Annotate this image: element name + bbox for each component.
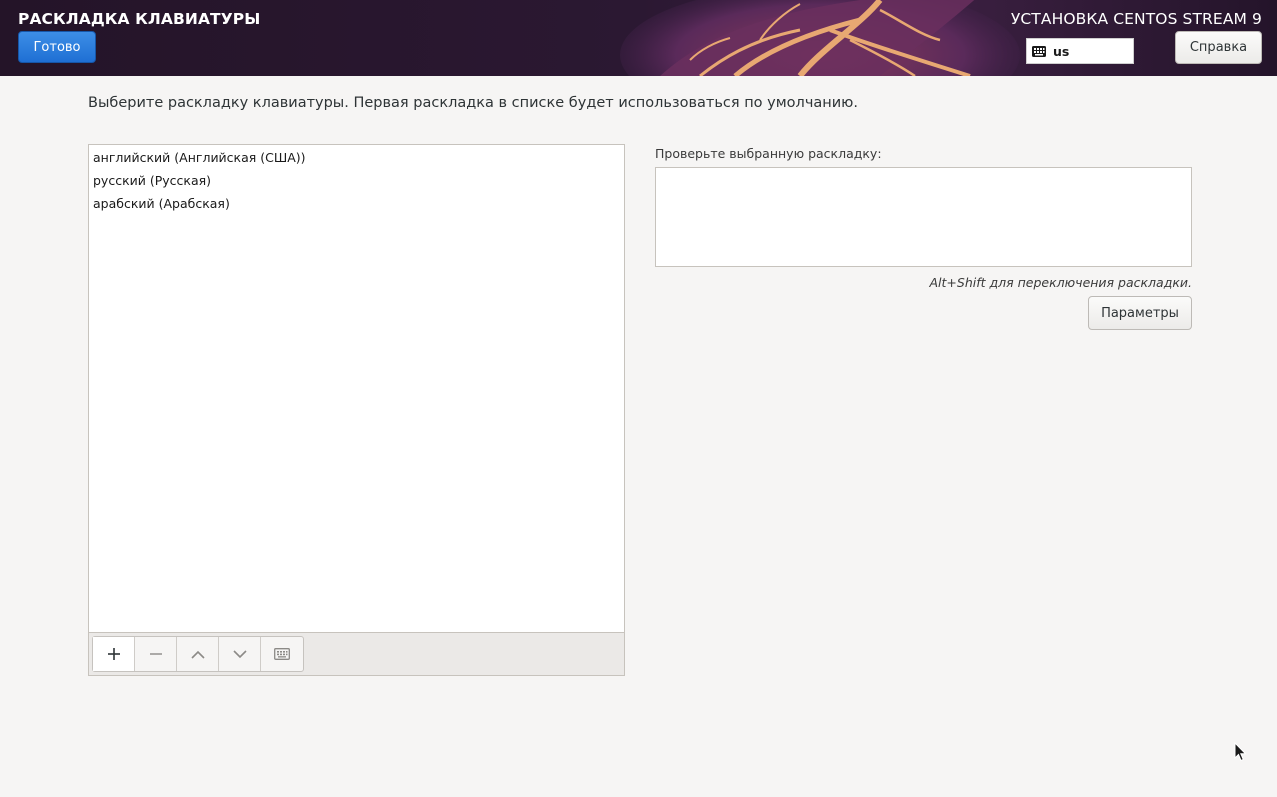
product-title: УСТАНОВКА CENTOS STREAM 9 xyxy=(1010,10,1262,28)
keyboard-icon xyxy=(1032,45,1046,57)
layout-list-panel: английский (Английская (США)) русский (Р… xyxy=(88,144,625,676)
remove-icon xyxy=(149,653,162,655)
keyboard-icon xyxy=(274,648,290,660)
layout-list-toolbar xyxy=(89,632,624,675)
chevron-down-icon xyxy=(232,649,247,658)
help-button[interactable]: Справка xyxy=(1175,31,1262,64)
layout-indicator-label: us xyxy=(1053,43,1070,59)
mouse-cursor-icon xyxy=(1234,742,1247,762)
remove-layout-button[interactable] xyxy=(135,637,177,671)
add-layout-button[interactable] xyxy=(93,637,135,671)
header-bar: РАСКЛАДКА КЛАВИАТУРЫ Готово УСТАНОВКА CE… xyxy=(0,0,1277,76)
show-layout-button[interactable] xyxy=(261,637,303,671)
move-down-button[interactable] xyxy=(219,637,261,671)
options-button[interactable]: Параметры xyxy=(1088,296,1192,330)
add-icon xyxy=(107,648,120,660)
test-layout-label: Проверьте выбранную раскладку: xyxy=(655,146,882,161)
instructions-text: Выберите раскладку клавиатуры. Первая ра… xyxy=(88,95,858,111)
test-layout-input[interactable] xyxy=(655,167,1192,267)
keyboard-layout-indicator[interactable]: us xyxy=(1026,38,1134,64)
move-up-button[interactable] xyxy=(177,637,219,671)
list-item[interactable]: русский (Русская) xyxy=(89,169,624,192)
list-item[interactable]: арабский (Арабская) xyxy=(89,192,624,215)
list-item[interactable]: английский (Английская (США)) xyxy=(89,146,624,169)
layout-list[interactable]: английский (Английская (США)) русский (Р… xyxy=(89,145,624,632)
chevron-up-icon xyxy=(190,650,205,659)
done-button[interactable]: Готово xyxy=(18,31,96,63)
toolbar-button-group xyxy=(92,636,304,672)
spoke-title: РАСКЛАДКА КЛАВИАТУРЫ xyxy=(18,10,261,28)
switch-hint-text: Alt+Shift для переключения раскладки. xyxy=(929,275,1193,290)
